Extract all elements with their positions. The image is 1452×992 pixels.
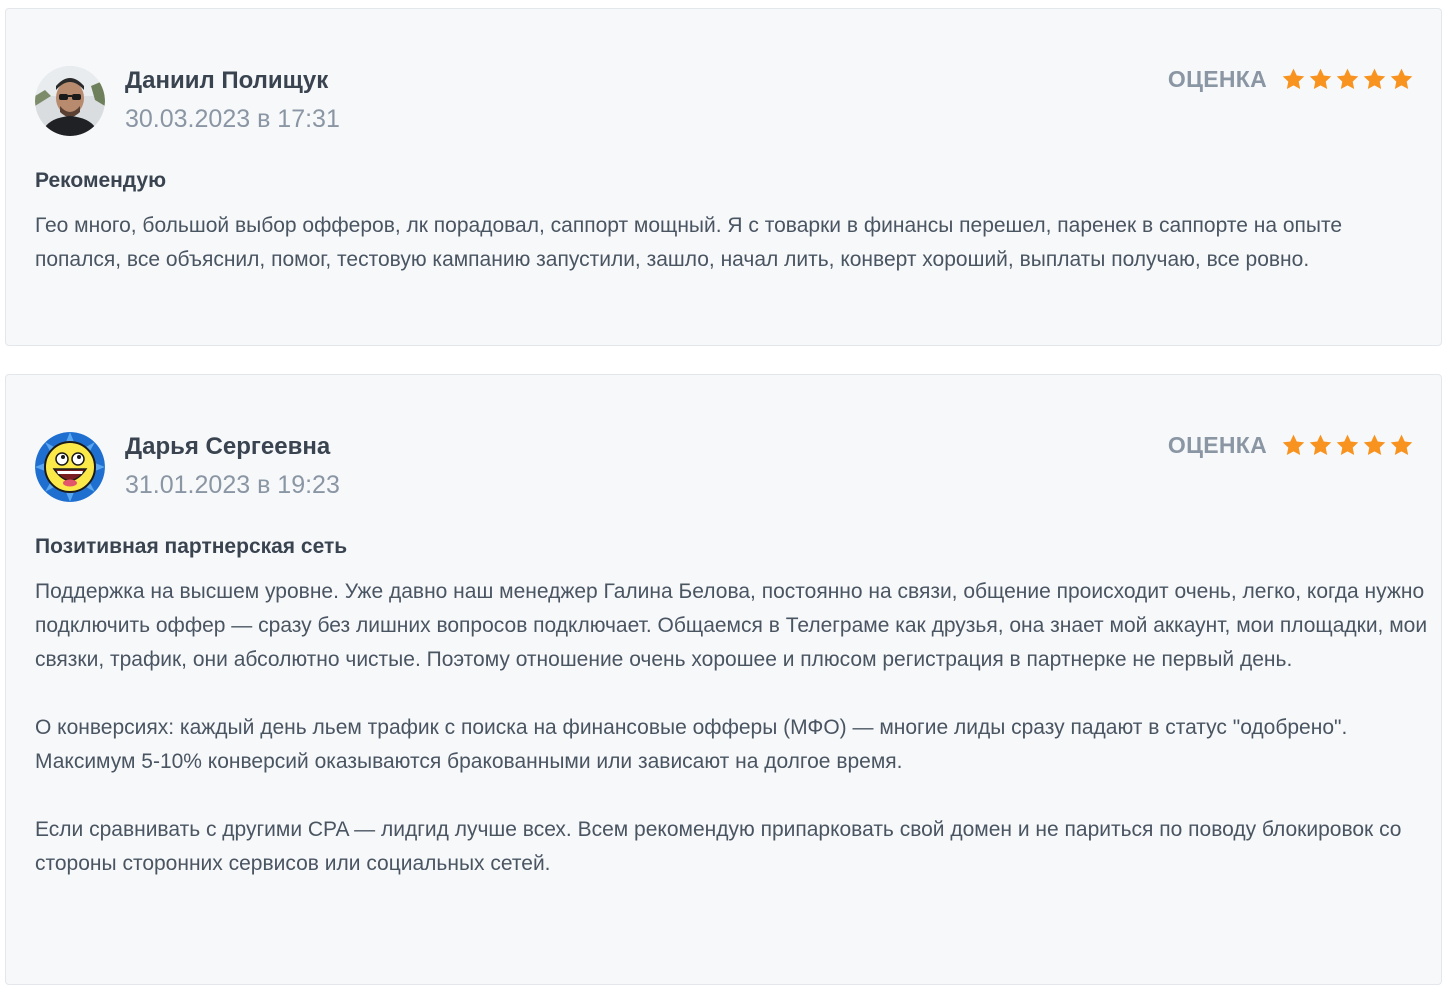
star-icon — [1363, 434, 1386, 455]
review-body: Гео много, большой выбор офферов, лк пор… — [35, 209, 1430, 277]
review-title: Рекомендую — [35, 169, 167, 192]
star-icon — [1390, 434, 1413, 455]
review-card: Даниил Полищук 30.03.2023 в 17:31 ОЦЕНКА… — [5, 8, 1442, 346]
author-name: Дарья Сергеевна — [125, 433, 331, 460]
avatar — [35, 432, 105, 502]
rating-label: ОЦЕНКА — [1167, 66, 1267, 92]
avatar-photo-icon — [35, 66, 105, 136]
reviews-list: Даниил Полищук 30.03.2023 в 17:31 ОЦЕНКА… — [0, 0, 1452, 992]
author-name: Даниил Полищук — [125, 67, 329, 94]
star-icon — [1309, 68, 1332, 89]
review-date: 31.01.2023 в 19:23 — [125, 471, 340, 499]
rating: ОЦЕНКА — [1168, 66, 1414, 93]
review-title: Позитивная партнерская сеть — [35, 535, 348, 558]
awesome-face-icon — [35, 432, 105, 502]
star-icon — [1336, 68, 1359, 89]
review-paragraph: Поддержка на высшем уровне. Уже давно на… — [35, 580, 1428, 671]
star-icon — [1390, 68, 1413, 89]
review-paragraph: Гео много, большой выбор офферов, лк пор… — [35, 214, 1343, 271]
star-icon — [1309, 434, 1332, 455]
rating-stars — [1281, 433, 1414, 458]
star-icon — [1336, 434, 1359, 455]
star-icon — [1282, 434, 1305, 455]
star-icon — [1363, 68, 1386, 89]
rating: ОЦЕНКА — [1168, 432, 1414, 459]
review-body: Поддержка на высшем уровне. Уже давно на… — [35, 575, 1430, 881]
review-date: 30.03.2023 в 17:31 — [125, 105, 340, 133]
rating-label: ОЦЕНКА — [1167, 432, 1267, 458]
review-paragraph: Если сравнивать с другими CPA — лидгид л… — [35, 818, 1402, 875]
review-card: Дарья Сергеевна 31.01.2023 в 19:23 ОЦЕНК… — [5, 374, 1442, 985]
star-icon — [1282, 68, 1305, 89]
avatar — [35, 66, 105, 136]
rating-stars — [1281, 67, 1414, 92]
review-paragraph: О конверсиях: каждый день льем трафик с … — [35, 716, 1348, 773]
